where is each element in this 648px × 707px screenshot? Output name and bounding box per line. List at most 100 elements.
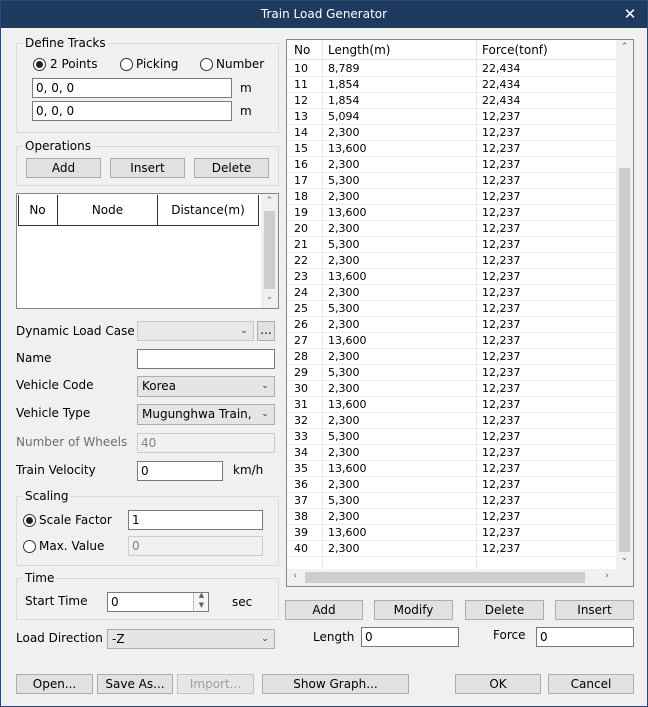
table-row[interactable]: 40 2,300 12,237 (287, 541, 616, 557)
chevron-right-icon[interactable]: › (601, 571, 613, 581)
radio-number[interactable] (200, 58, 213, 71)
load-table-vscroll[interactable]: ⌃ ⌄ (616, 40, 633, 569)
length-input[interactable]: 0 (361, 627, 459, 647)
hscroll-thumb[interactable] (305, 572, 585, 583)
table-row[interactable]: 23 13,600 12,237 (287, 269, 616, 285)
row-length: 2,300 (328, 222, 360, 235)
table-row[interactable]: 26 2,300 12,237 (287, 317, 616, 333)
ops-delete-button[interactable]: Delete (194, 158, 269, 178)
load-direction-select[interactable]: -Z ⌄ (107, 629, 275, 649)
table-row[interactable]: 22 2,300 12,237 (287, 253, 616, 269)
node-table[interactable]: No Node Distance(m) ⌃ ⌄ (16, 193, 279, 309)
table-row[interactable]: 32 2,300 12,237 (287, 413, 616, 429)
load-insert-button[interactable]: Insert (555, 600, 634, 620)
row-force: 12,237 (482, 270, 521, 283)
scroll-thumb[interactable] (264, 211, 275, 289)
radio-picking[interactable] (120, 58, 133, 71)
table-row[interactable]: 33 5,300 12,237 (287, 429, 616, 445)
table-row[interactable]: 29 5,300 12,237 (287, 365, 616, 381)
load-table[interactable]: No Length(m) Force(tonf) 10 8,789 22,434 11… (286, 39, 634, 587)
close-icon[interactable]: ✕ (621, 1, 639, 28)
table-row[interactable]: 18 2,300 12,237 (287, 189, 616, 205)
show-graph-button[interactable]: Show Graph... (262, 674, 409, 694)
vehicle-type-select[interactable]: Mugunghwa Train, 2 ⌄ (137, 404, 275, 425)
point2-unit: m (240, 104, 252, 118)
spin-up-icon[interactable]: ▲ (194, 591, 209, 599)
cancel-button[interactable]: Cancel (548, 674, 634, 694)
table-row[interactable]: 35 13,600 12,237 (287, 461, 616, 477)
scale-factor-input[interactable]: 1 (128, 510, 263, 530)
point2-input[interactable]: 0, 0, 0 (32, 101, 232, 121)
col-node[interactable]: Node (58, 195, 158, 225)
vehicle-code-select[interactable]: Korea ⌄ (137, 376, 275, 397)
row-no: 27 (294, 334, 308, 347)
table-row[interactable]: 15 13,600 12,237 (287, 141, 616, 157)
load-add-button[interactable]: Add (285, 600, 363, 620)
row-no: 37 (294, 494, 308, 507)
table-row[interactable]: 19 13,600 12,237 (287, 205, 616, 221)
table-row[interactable]: 13 5,094 12,237 (287, 109, 616, 125)
table-row[interactable]: 37 5,300 12,237 (287, 493, 616, 509)
ok-button[interactable]: OK (455, 674, 541, 694)
load-modify-button[interactable]: Modify (374, 600, 453, 620)
chevron-down-icon[interactable]: ⌄ (616, 553, 633, 563)
table-row[interactable]: 17 5,300 12,237 (287, 173, 616, 189)
table-row[interactable]: 12 1,854 22,434 (287, 93, 616, 109)
spin-down-icon[interactable]: ▼ (194, 601, 209, 609)
load-direction-value: -Z (112, 632, 125, 646)
table-row[interactable]: 31 13,600 12,237 (287, 397, 616, 413)
dynamic-load-case-select[interactable]: ⌄ (137, 321, 254, 341)
radio-max-value[interactable] (23, 540, 36, 553)
node-table-scrollbar[interactable]: ⌃ ⌄ (261, 194, 278, 308)
row-no: 31 (294, 398, 308, 411)
table-row[interactable]: 16 2,300 12,237 (287, 157, 616, 173)
row-length: 13,600 (328, 270, 367, 283)
table-row[interactable]: 34 2,300 12,237 (287, 445, 616, 461)
table-row[interactable]: 30 2,300 12,237 (287, 381, 616, 397)
col-no[interactable]: No (294, 40, 310, 60)
table-row[interactable]: 21 5,300 12,237 (287, 237, 616, 253)
col-distance[interactable]: Distance(m) (158, 195, 258, 225)
table-row[interactable]: 24 2,300 12,237 (287, 285, 616, 301)
load-delete-button[interactable]: Delete (465, 600, 544, 620)
chevron-up-icon[interactable]: ⌃ (616, 42, 633, 52)
ops-insert-button[interactable]: Insert (110, 158, 185, 178)
table-row[interactable]: 27 13,600 12,237 (287, 333, 616, 349)
table-row[interactable]: 28 2,300 12,237 (287, 349, 616, 365)
force-input[interactable]: 0 (536, 627, 634, 647)
table-row[interactable]: 39 13,600 12,237 (287, 525, 616, 541)
point1-input[interactable]: 0, 0, 0 (32, 78, 232, 98)
table-row[interactable]: 36 2,300 12,237 (287, 477, 616, 493)
table-row[interactable]: 25 5,300 12,237 (287, 301, 616, 317)
start-time-spinner[interactable]: ▲ ▼ (193, 591, 209, 611)
row-force: 12,237 (482, 334, 521, 347)
row-length: 2,300 (328, 446, 360, 459)
chevron-down-icon[interactable]: ⌄ (261, 292, 278, 302)
table-row[interactable]: 38 2,300 12,237 (287, 509, 616, 525)
ops-add-button[interactable]: Add (26, 158, 101, 178)
radio-2-points[interactable] (33, 58, 46, 71)
row-force: 12,237 (482, 414, 521, 427)
load-table-hscroll[interactable]: ‹ › (287, 569, 616, 586)
title-bar[interactable]: Train Load Generator ✕ (1, 1, 647, 28)
table-row[interactable]: 11 1,854 22,434 (287, 77, 616, 93)
col-force[interactable]: Force(tonf) (482, 40, 548, 60)
vscroll-thumb[interactable] (619, 168, 630, 552)
chevron-down-icon: ⌄ (261, 634, 269, 644)
col-length[interactable]: Length(m) (328, 40, 390, 60)
time-title: Time (23, 571, 57, 585)
radio-scale-factor[interactable] (23, 514, 36, 527)
velocity-input[interactable]: 0 (137, 461, 223, 481)
chevron-up-icon[interactable]: ⌃ (261, 196, 278, 206)
table-row[interactable]: 20 2,300 12,237 (287, 221, 616, 237)
chevron-left-icon[interactable]: ‹ (289, 571, 301, 581)
vehicle-code-value: Korea (142, 379, 177, 393)
browse-button[interactable]: ... (257, 321, 275, 341)
name-input[interactable] (137, 349, 275, 369)
open-button[interactable]: Open... (16, 674, 93, 694)
table-row[interactable]: 10 8,789 22,434 (287, 61, 616, 77)
table-row[interactable]: 14 2,300 12,237 (287, 125, 616, 141)
save-as-button[interactable]: Save As... (97, 674, 173, 694)
row-length: 5,300 (328, 494, 360, 507)
col-no[interactable]: No (18, 195, 58, 225)
